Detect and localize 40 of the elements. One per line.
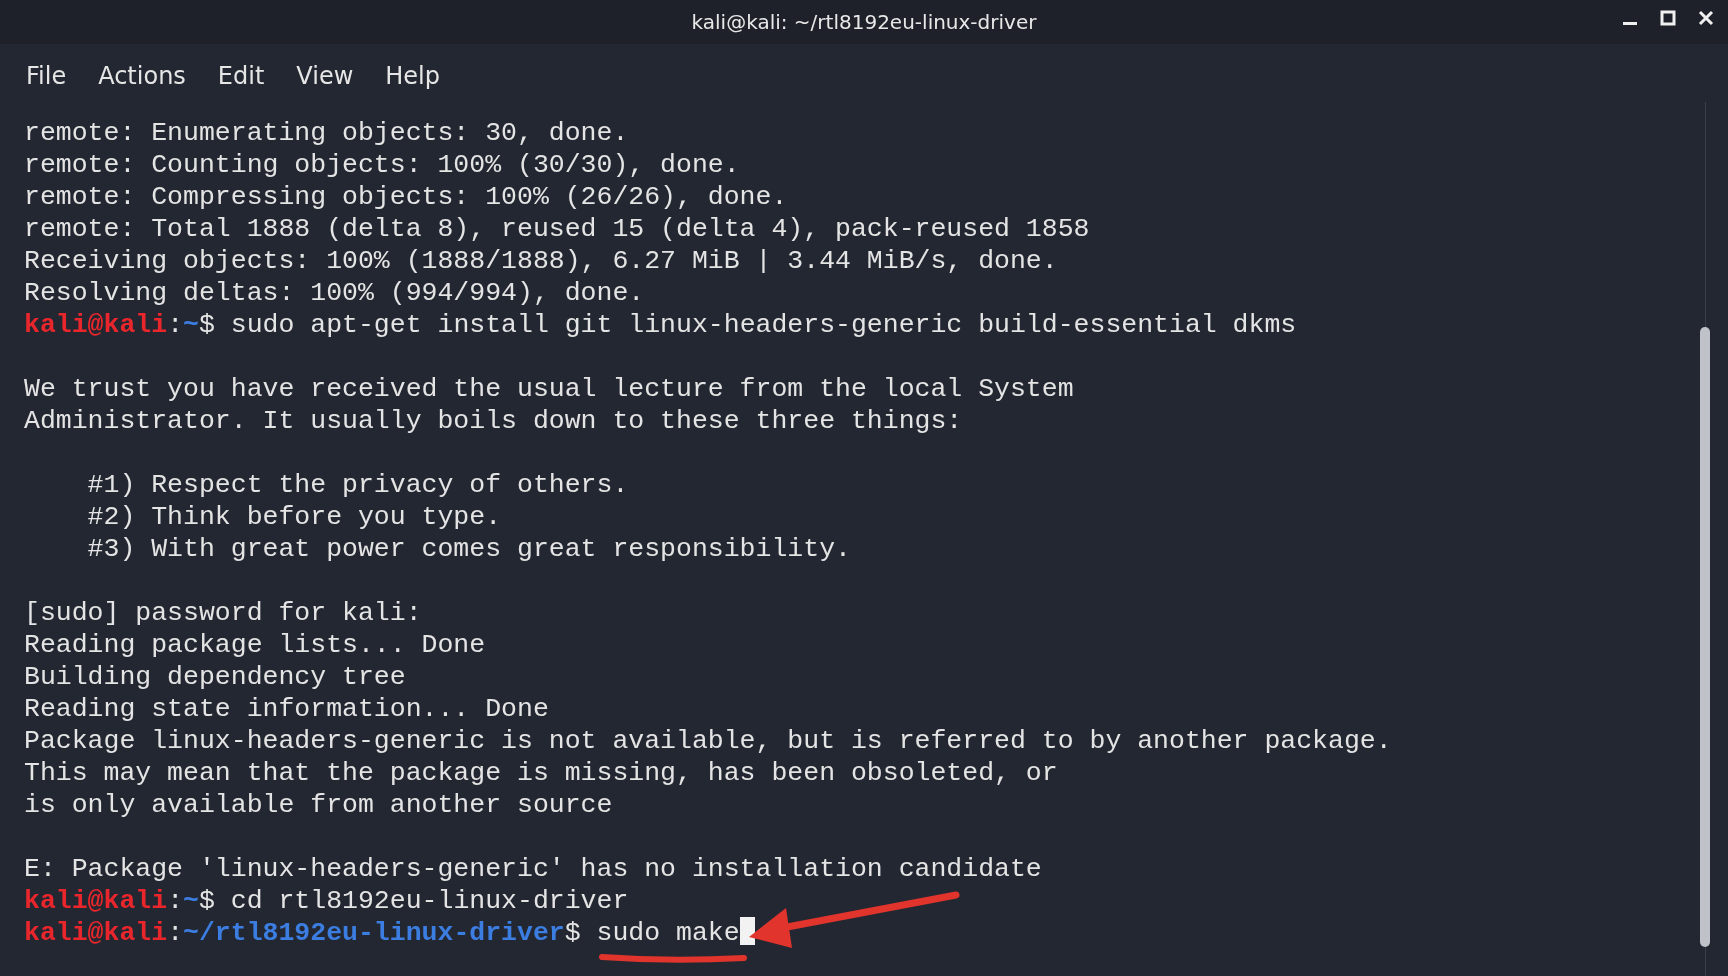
maximize-icon[interactable] <box>1660 10 1676 26</box>
output-line: Building dependency tree <box>24 662 406 692</box>
command-text: $ sudo apt-get install git linux-headers-generic build-essential dkms <box>198 310 1297 340</box>
output-line: Administrator. It usually boils down to these three things: <box>24 406 963 436</box>
prompt-path: ~/rtl8192eu-linux-driver <box>183 918 565 948</box>
output-line: Reading state information... Done <box>24 694 549 724</box>
output-line: is only available from another source <box>24 790 613 820</box>
output-line: [sudo] password for kali: <box>24 598 422 628</box>
menu-item[interactable]: Edit <box>207 58 275 94</box>
output-line: #2) Think before you type. <box>86 502 502 532</box>
output-line: Receiving objects: 100% (1888/1888), 6.27 MiB | 3.44 MiB/s, done. <box>24 246 1058 276</box>
command-text: $ cd rtl8192eu-linux-driver <box>198 886 629 916</box>
output-line: This may mean that the package is missing, has been obsoleted, or <box>24 758 1058 788</box>
menu-item[interactable]: Actions <box>88 58 196 94</box>
window-title: kali@kali: ~/rtl8192eu-linux-driver <box>691 10 1037 34</box>
prompt-user: kali@kali <box>24 886 168 916</box>
prompt-user: kali@kali <box>24 310 168 340</box>
menu-item[interactable]: Help <box>375 58 450 94</box>
prompt-separator: : <box>167 918 184 948</box>
command-text: $ sudo make <box>564 918 740 948</box>
output-line: Reading package lists... Done <box>24 630 486 660</box>
output-line: remote: Enumerating objects: 30, done. <box>24 118 629 148</box>
prompt-user: kali@kali <box>24 918 168 948</box>
output-line: We trust you have received the usual lecture from the local System <box>24 374 1074 404</box>
output-line: Resolving deltas: 100% (994/994), done. <box>24 278 645 308</box>
output-line: #1) Respect the privacy of others. <box>86 470 629 500</box>
output-line: remote: Counting objects: 100% (30/30), done. <box>24 150 740 180</box>
close-icon[interactable] <box>1698 10 1714 26</box>
prompt-path: ~ <box>183 886 199 916</box>
output-line: E: Package 'linux-headers-generic' has no installation candidate <box>24 854 1042 884</box>
output-line: #3) With great power comes great responsibility. <box>86 534 851 564</box>
prompt-separator: : <box>167 886 184 916</box>
output-line: remote: Total 1888 (delta 8), reused 15 (delta 4), pack-reused 1858 <box>24 214 1090 244</box>
menu-item[interactable]: File <box>16 58 77 94</box>
output-line: Package linux-headers-generic is not available, but is referred to by another package. <box>24 726 1392 756</box>
prompt-separator: : <box>167 310 184 340</box>
prompt-path: ~ <box>183 310 199 340</box>
scrollbar-thumb[interactable] <box>1700 327 1710 947</box>
menu-item[interactable]: View <box>286 58 364 94</box>
output-line: remote: Compressing objects: 100% (26/26), done. <box>24 182 788 212</box>
